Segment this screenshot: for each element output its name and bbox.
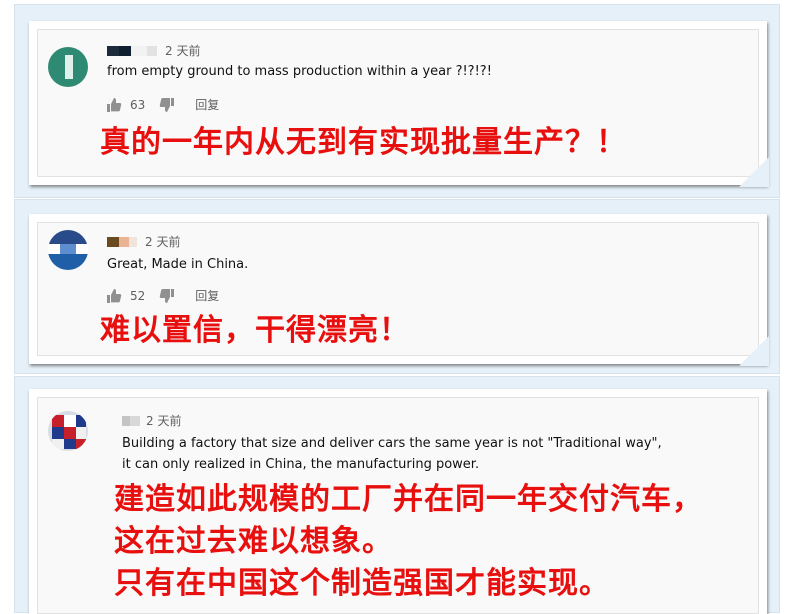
comment-card-1: 2 天前 from empty ground to mass productio… [29, 21, 769, 187]
comment-inner-3: 2 天前 Building a factory that size and de… [37, 397, 759, 614]
translation-text: 建造如此规模的工厂并在同一年交付汽车， [114, 482, 703, 517]
comment-time: 2 天前 [146, 414, 182, 428]
comment-text: Great, Made in China. [107, 257, 249, 272]
translation-text: 难以置信，干得漂亮！ [100, 313, 410, 348]
translation-text: 真的一年内从无到有实现批量生产？！ [100, 125, 627, 160]
avatar[interactable] [48, 47, 88, 87]
comment-panel-1: 2 天前 from empty ground to mass productio… [14, 4, 780, 198]
comment-text: from empty ground to mass production wit… [107, 64, 492, 79]
comment-meta: 2 天前 [107, 233, 180, 250]
translation-text: 只有在中国这个制造强国才能实现。 [114, 566, 610, 601]
reply-button[interactable]: 回复 [195, 96, 219, 113]
reply-button[interactable]: 回复 [195, 287, 219, 304]
page-curl [739, 336, 769, 366]
page-curl [739, 157, 769, 187]
comment-time: 2 天前 [145, 235, 181, 249]
username-redacted [147, 45, 157, 56]
username-redacted [107, 45, 131, 56]
thumbs-up-icon[interactable] [106, 97, 122, 113]
comment-panel-2: 2 天前 Great, Made in China. 52 回复 难以置信，干得… [14, 199, 780, 374]
comment-inner-2: 2 天前 Great, Made in China. 52 回复 难以置信，干得… [37, 222, 759, 356]
comment-text-line: Building a factory that size and deliver… [122, 436, 662, 451]
thumbs-down-icon[interactable] [159, 97, 175, 113]
username-redacted [119, 236, 129, 247]
username-redacted [107, 236, 119, 247]
comment-inner-1: 2 天前 from empty ground to mass productio… [37, 29, 759, 177]
translation-text: 这在过去难以想象。 [114, 524, 393, 559]
avatar[interactable] [48, 411, 88, 451]
comment-card-2: 2 天前 Great, Made in China. 52 回复 难以置信，干得… [29, 214, 769, 366]
comment-panel-3: 2 天前 Building a factory that size and de… [14, 376, 780, 614]
comment-actions: 63 回复 [106, 96, 219, 113]
comment-time: 2 天前 [165, 44, 201, 58]
comment-actions: 52 回复 [106, 287, 219, 304]
like-count: 52 [130, 288, 146, 303]
comment-meta: 2 天前 [122, 412, 181, 429]
thumbs-up-icon[interactable] [106, 288, 122, 304]
comment-card-3: 2 天前 Building a factory that size and de… [29, 389, 767, 614]
thumbs-down-icon[interactable] [159, 288, 175, 304]
avatar[interactable] [48, 230, 88, 270]
username-redacted [122, 415, 130, 426]
username-redacted [129, 236, 137, 247]
comment-text-line: it can only realized in China, the manuf… [122, 457, 480, 472]
like-count: 63 [130, 97, 146, 112]
username-redacted [130, 415, 140, 426]
username-redacted [131, 45, 147, 56]
comment-meta: 2 天前 [107, 42, 200, 59]
